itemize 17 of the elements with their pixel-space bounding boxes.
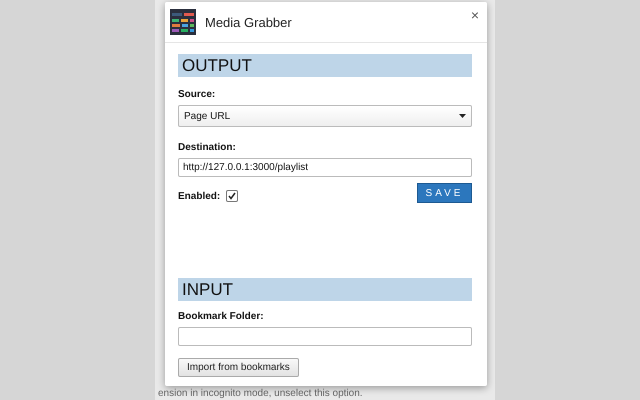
dropdown-caret-icon [459,114,466,118]
enabled-checkbox[interactable] [226,190,238,202]
bookmark-folder-field[interactable] [178,327,472,346]
save-button[interactable]: SAVE [417,183,472,203]
field-label: Bookmark Folder: [178,311,265,322]
section-heading: INPUT [178,278,472,301]
close-button[interactable]: × [470,7,479,23]
field-label: Destination: [178,142,237,153]
field-label: Enabled: [178,190,220,202]
app-logo-icon [170,9,196,35]
source-select[interactable]: Page URL [178,105,472,127]
destination-field[interactable]: http://127.0.0.1:3000/playlist [178,158,472,177]
popup-title: Media Grabber [205,14,292,30]
section-heading: OUTPUT [178,54,472,77]
import-button[interactable]: Import from bookmarks [178,358,299,377]
background-text: ension in incognito mode, unselect this option. [158,388,363,400]
field-label: Source: [178,89,216,100]
